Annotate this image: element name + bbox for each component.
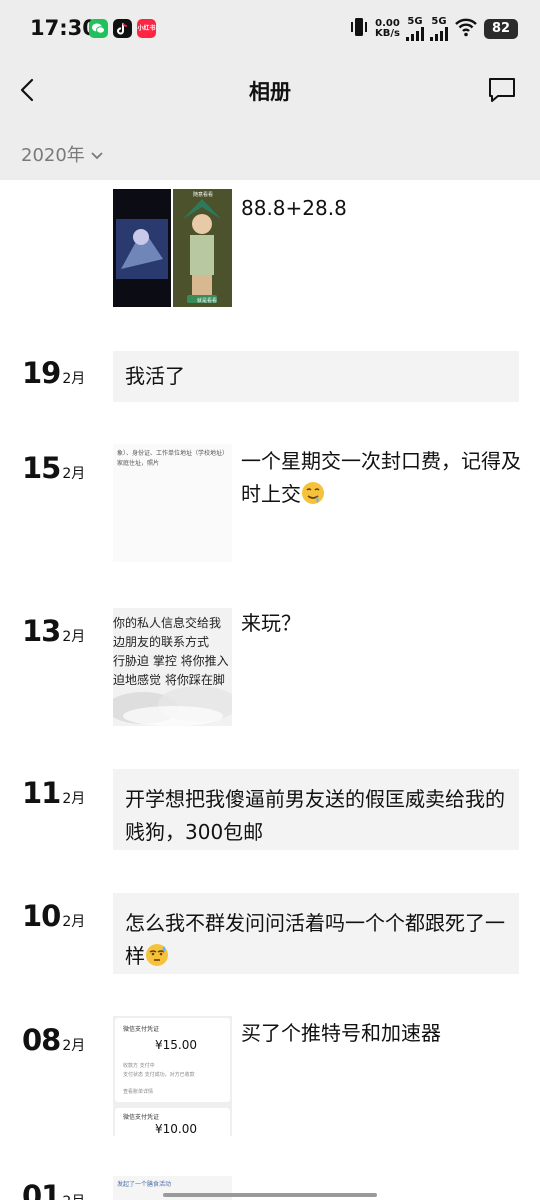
thumb-text: 查看账单详情 xyxy=(123,1089,154,1095)
year-label: 2020年 xyxy=(21,145,85,166)
home-indicator[interactable] xyxy=(163,1193,377,1197)
sim1-signal: 5G xyxy=(406,17,424,41)
wifi-icon xyxy=(454,17,478,41)
wechat-icon xyxy=(89,19,108,38)
post-caption: 88.8+28.8 xyxy=(241,196,347,220)
post-month: 2月 xyxy=(62,371,86,387)
message-icon[interactable] xyxy=(486,74,518,106)
tiktok-icon xyxy=(113,19,132,38)
photo-thumbnail[interactable]: 象）、身份证、工作单位地址（学校地址） 家庭住址，照片 xyxy=(113,444,232,562)
post-day: 13 xyxy=(22,614,61,648)
post-day: 19 xyxy=(22,356,61,390)
post-month: 2月 xyxy=(62,1191,85,1200)
thumb-text: 微信支付凭证 xyxy=(123,1114,160,1121)
post-day: 08 xyxy=(22,1023,61,1057)
post-month: 2月 xyxy=(62,914,86,930)
thumb-text: ¥10.00 xyxy=(155,1122,197,1136)
status-time: 17:30 xyxy=(30,16,97,40)
status-bar: 17:30 小红书 0.00 KB/s 5G 5G 82 xyxy=(0,0,540,58)
year-filter-bar: 2020年 xyxy=(0,122,540,180)
thumb-text: 就是看看 xyxy=(197,298,218,304)
drooling-face-emoji xyxy=(301,481,325,505)
status-indicators: 0.00 KB/s 5G 5G 82 xyxy=(349,14,518,44)
post-month: 2月 xyxy=(62,1038,86,1054)
post-caption: 一个星期交一次封口费，记得及时上交 xyxy=(241,449,521,506)
receipt-card: 微信支付凭证 ¥15.00 收款方 支付中 支付状态 支付成功，对方已收款 查看… xyxy=(115,1018,230,1102)
post-date: 08 2月 xyxy=(22,1023,85,1057)
xiaohongshu-icon: 小红书 xyxy=(137,19,156,38)
post-date: 01 2月 xyxy=(22,1179,85,1200)
signal-bars-icon xyxy=(406,27,424,41)
text-post[interactable]: 怎么我不群发问问活着吗一个个都跟死了一样 xyxy=(113,893,519,974)
thumb-text: 收款方 支付中 xyxy=(123,1063,155,1069)
text-post[interactable]: 我活了 xyxy=(113,351,519,402)
post-month: 2月 xyxy=(62,791,86,807)
thumb-text: ¥15.00 xyxy=(155,1038,197,1052)
post-day: 01 xyxy=(22,1179,61,1200)
post-date: 10 2月 xyxy=(22,899,85,933)
post-day: 15 xyxy=(22,451,61,485)
post-date: 11 2月 xyxy=(22,776,85,810)
battery-indicator: 82 xyxy=(484,19,518,39)
post-day: 11 xyxy=(22,776,61,810)
post-date: 13 2月 xyxy=(22,614,85,648)
nav-bar: 相册 xyxy=(0,58,540,122)
year-dropdown[interactable]: 2020年 xyxy=(21,141,103,167)
moments-feed: 随意看看 就是看看 88.8+28.8 19 2月 我活了 15 2月 象）、身… xyxy=(0,180,540,1200)
sim2-signal: 5G xyxy=(430,17,448,41)
photo-thumbnail[interactable]: 随意看看 就是看看 xyxy=(113,189,232,307)
vibrate-icon xyxy=(349,16,369,42)
chevron-down-icon xyxy=(91,144,103,165)
network-speed: 0.00 KB/s xyxy=(375,18,400,39)
thumb-text: 支付状态 支付成功，对方已收款 xyxy=(123,1072,195,1078)
post-month: 2月 xyxy=(62,466,86,482)
post-date: 19 2月 xyxy=(22,356,85,390)
text-post[interactable]: 开学想把我傻逼前男友送的假匡威卖给我的贱狗，300包邮 xyxy=(113,769,519,850)
post-date: 15 2月 xyxy=(22,451,85,485)
page-title: 相册 xyxy=(249,80,291,104)
photo-thumbnail[interactable]: 微信支付凭证 ¥15.00 收款方 支付中 支付状态 支付成功，对方已收款 查看… xyxy=(113,1016,232,1136)
post-month: 2月 xyxy=(62,629,86,645)
thumb-text: 家庭住址，照片 xyxy=(117,460,160,467)
receipt-card: 微信支付凭证 ¥10.00 xyxy=(115,1108,230,1136)
signal-bars-icon xyxy=(430,27,448,41)
thumb-text: 象）、身份证、工作单位地址（学校地址） xyxy=(117,450,229,457)
post-caption: 来玩？ xyxy=(241,611,301,635)
thumb-text: 微信支付凭证 xyxy=(123,1026,160,1033)
thumb-text: 随意看看 xyxy=(193,192,214,198)
post-day: 10 xyxy=(22,899,61,933)
photo-thumbnail[interactable]: 你的私人信息交给我 边朋友的联系方式 行胁迫 掌控 将你推入 迫地感觉 将你踩在… xyxy=(113,608,232,726)
thumb-text: 发起了一个膳食活动 xyxy=(117,1181,172,1188)
sweat-face-emoji xyxy=(145,943,169,967)
post-caption: 买了个推特号和加速器 xyxy=(241,1021,441,1045)
